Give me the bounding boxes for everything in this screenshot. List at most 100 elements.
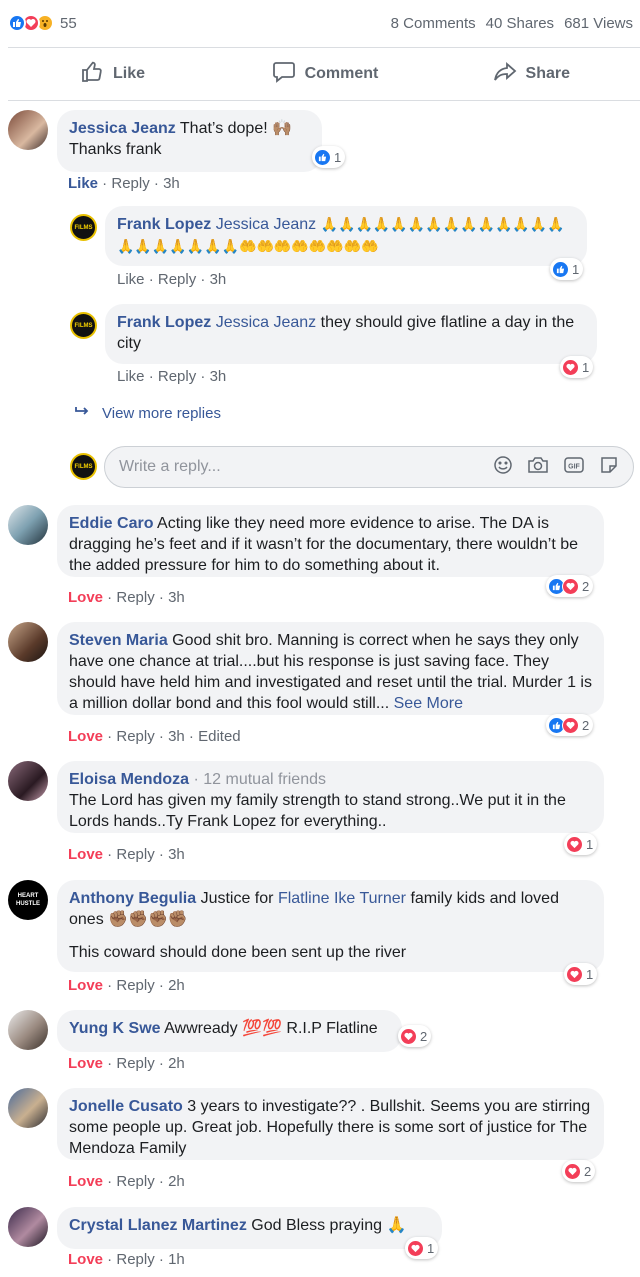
love-link[interactable]: Love	[68, 1055, 103, 1072]
films-logo-text: FILMS	[74, 463, 93, 470]
love-link[interactable]: Love	[68, 589, 103, 606]
commenter-name[interactable]: Frank Lopez	[117, 216, 211, 233]
like-reaction-icon	[8, 14, 26, 32]
gif-icon[interactable]: GIF	[563, 455, 585, 480]
commenter-name[interactable]: Frank Lopez	[117, 314, 211, 331]
comment-reaction-badge[interactable]: 1	[564, 963, 598, 985]
love-link[interactable]: Love	[68, 977, 103, 994]
like-link[interactable]: Like	[117, 368, 145, 385]
current-user-avatar[interactable]: FILMS	[70, 453, 97, 480]
timestamp[interactable]: 3h	[168, 728, 185, 745]
see-more-link[interactable]: See More	[394, 695, 463, 712]
comment-reaction-badge[interactable]: 2	[546, 714, 594, 736]
emoji-icon[interactable]	[493, 455, 513, 480]
timestamp[interactable]: 3h	[168, 846, 185, 863]
like-link[interactable]: Like	[68, 175, 98, 192]
comment-reaction-badge[interactable]: 1	[405, 1237, 439, 1259]
commenter-name[interactable]: Jonelle Cusato	[69, 1098, 183, 1115]
reply-link[interactable]: Reply	[116, 977, 154, 994]
shares-count-link[interactable]: 40 Shares	[486, 15, 554, 32]
avatar[interactable]	[8, 1088, 48, 1128]
timestamp[interactable]: 3h	[163, 175, 180, 192]
avatar[interactable]	[8, 761, 48, 801]
timestamp[interactable]: 3h	[168, 589, 185, 606]
comment-reaction-badge[interactable]: 1	[550, 258, 584, 280]
reply-link[interactable]: Reply	[116, 1251, 154, 1268]
timestamp[interactable]: 3h	[210, 368, 227, 385]
avatar[interactable]: FILMS	[70, 312, 97, 339]
commenter-name[interactable]: Jessica Jeanz	[69, 120, 176, 137]
timestamp[interactable]: 2h	[168, 1055, 185, 1072]
share-button[interactable]: Share	[407, 60, 640, 89]
mention-link[interactable]: Flatline Ike Turner	[278, 890, 406, 907]
reactions-summary[interactable]: 55	[8, 14, 77, 32]
timestamp[interactable]: 2h	[168, 1173, 185, 1190]
love-link[interactable]: Love	[68, 1173, 103, 1190]
edited-label[interactable]: Edited	[198, 728, 241, 745]
comment-meta: Like · Reply · 3h	[117, 271, 227, 288]
avatar[interactable]	[8, 1010, 48, 1050]
mutual-friends[interactable]: 12 mutual friends	[203, 771, 326, 788]
like-link[interactable]: Like	[117, 271, 145, 288]
views-count: 681 Views	[564, 14, 633, 32]
avatar[interactable]	[8, 110, 48, 150]
comment-bubble: Jonelle Cusato 3 years to investigate?? …	[57, 1088, 604, 1160]
like-reaction-icon	[314, 148, 331, 166]
comment-reaction-badge[interactable]: 2	[546, 575, 594, 597]
reply-link[interactable]: Reply	[116, 1055, 154, 1072]
reply-link[interactable]: Reply	[158, 271, 196, 288]
avatar[interactable]: HEART HUSTLE	[8, 880, 48, 920]
reaction-count: 1	[334, 149, 342, 165]
comment-reaction-badge[interactable]: 1	[560, 356, 594, 378]
comment-button[interactable]: Comment	[243, 60, 406, 89]
love-link[interactable]: Love	[68, 1251, 103, 1268]
comment-reaction-badge[interactable]: 1	[564, 833, 598, 855]
view-more-replies-link[interactable]: View more replies	[74, 405, 221, 422]
mention-link[interactable]: Jessica Jeanz	[216, 216, 317, 233]
reply-link[interactable]: Reply	[116, 846, 154, 863]
reaction-count: 1	[586, 836, 594, 852]
reaction-count: 55	[60, 14, 77, 32]
love-reaction-icon	[562, 716, 579, 734]
reply-link[interactable]: Reply	[116, 1173, 154, 1190]
comments-count-link[interactable]: 8 Comments	[391, 15, 476, 32]
timestamp[interactable]: 1h	[168, 1251, 185, 1268]
comment-bubble: Steven Maria Good shit bro. Manning is c…	[57, 622, 604, 715]
commenter-name[interactable]: Crystal Llanez Martinez	[69, 1217, 247, 1234]
love-link[interactable]: Love	[68, 728, 103, 745]
comment-reaction-badge[interactable]: 1	[312, 146, 346, 168]
mention-link[interactable]: Jessica Jeanz	[216, 314, 317, 331]
reaction-count: 1	[582, 359, 590, 375]
avatar-logo-text: HEART HUSTLE	[16, 893, 40, 907]
comment-meta: Love · Reply · 3h	[68, 589, 185, 606]
divider	[8, 100, 640, 101]
timestamp[interactable]: 3h	[210, 271, 227, 288]
commenter-name[interactable]: Yung K Swe	[69, 1020, 161, 1037]
films-logo-text: FILMS	[74, 322, 93, 329]
comment-meta: Love · Reply · 2h	[68, 1055, 185, 1072]
reply-link[interactable]: Reply	[116, 589, 154, 606]
avatar[interactable]	[8, 622, 48, 662]
love-reaction-icon	[566, 835, 583, 853]
reply-link[interactable]: Reply	[111, 175, 149, 192]
camera-icon[interactable]	[527, 455, 549, 480]
comment-reaction-badge[interactable]: 2	[398, 1025, 432, 1047]
avatar[interactable]	[8, 505, 48, 545]
timestamp[interactable]: 2h	[168, 977, 185, 994]
commenter-name[interactable]: Steven Maria	[69, 632, 168, 649]
reply-link[interactable]: Reply	[116, 728, 154, 745]
sticker-icon[interactable]	[599, 455, 619, 480]
love-link[interactable]: Love	[68, 846, 103, 863]
commenter-name[interactable]: Eloisa Mendoza	[69, 771, 189, 788]
avatar[interactable]: FILMS	[70, 214, 97, 241]
comment-reaction-badge[interactable]: 2	[562, 1160, 596, 1182]
comment-text: The Lord has given my family strength to…	[69, 792, 566, 830]
commenter-name[interactable]: Anthony Begulia	[69, 890, 196, 907]
comment-text-line2: Thanks frank	[69, 141, 162, 158]
reply-link[interactable]: Reply	[158, 368, 196, 385]
reply-input[interactable]: Write a reply... GIF	[104, 446, 634, 488]
like-button[interactable]: Like	[0, 60, 243, 89]
commenter-name[interactable]: Eddie Caro	[69, 515, 153, 532]
reaction-count: 1	[572, 261, 580, 277]
avatar[interactable]	[8, 1207, 48, 1247]
